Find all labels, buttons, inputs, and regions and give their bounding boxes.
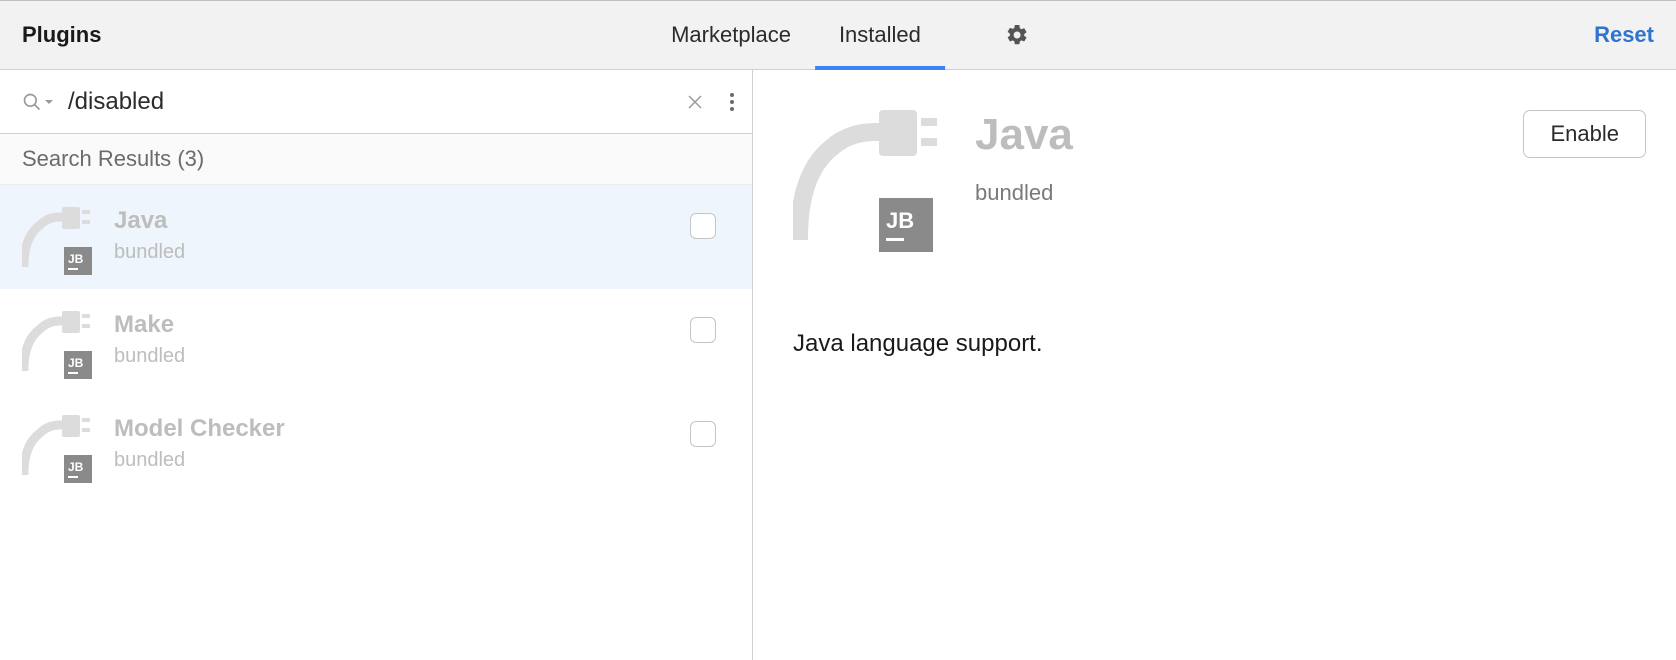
jetbrains-badge-icon: JB xyxy=(879,198,933,252)
tab-marketplace[interactable]: Marketplace xyxy=(647,1,815,69)
search-input[interactable] xyxy=(54,88,686,116)
page-title: Plugins xyxy=(0,22,101,48)
plugin-name: Java xyxy=(114,207,690,235)
detail-title: Java xyxy=(975,110,1523,160)
plugin-icon: JB xyxy=(22,207,92,267)
plugin-enable-checkbox[interactable] xyxy=(690,213,716,239)
detail-panel: JB Java bundled Enable Java language sup… xyxy=(753,70,1676,660)
results-header: Search Results (3) xyxy=(0,134,752,185)
plugin-name: Model Checker xyxy=(114,415,690,443)
kebab-menu-icon[interactable] xyxy=(722,92,742,112)
detail-sub: bundled xyxy=(975,180,1523,206)
header-bar: Plugins Marketplace Installed Reset xyxy=(0,0,1676,70)
plugin-sub: bundled xyxy=(114,449,690,472)
gear-icon[interactable] xyxy=(1005,23,1029,47)
plugin-name: Make xyxy=(114,311,690,339)
jetbrains-badge-icon: JB xyxy=(64,455,92,483)
left-panel: Search Results (3) JB Java bundled JB Ma… xyxy=(0,70,753,660)
tabs: Marketplace Installed xyxy=(647,1,1029,69)
plugin-enable-checkbox[interactable] xyxy=(690,317,716,343)
plugin-icon: JB xyxy=(22,415,92,475)
detail-description: Java language support. xyxy=(793,330,1646,358)
jetbrains-badge-icon: JB xyxy=(64,247,92,275)
close-icon[interactable] xyxy=(686,93,704,111)
enable-button[interactable]: Enable xyxy=(1523,110,1646,158)
jetbrains-badge-icon: JB xyxy=(64,351,92,379)
results-count: (3) xyxy=(177,146,204,171)
tab-installed[interactable]: Installed xyxy=(815,1,945,69)
search-row xyxy=(0,70,752,134)
results-label: Search Results xyxy=(22,146,171,171)
search-icon xyxy=(22,92,42,112)
plugin-item-make[interactable]: JB Make bundled xyxy=(0,289,752,393)
reset-button[interactable]: Reset xyxy=(1594,22,1654,48)
plugin-sub: bundled xyxy=(114,345,690,368)
chevron-down-icon[interactable] xyxy=(44,97,54,107)
detail-plugin-icon: JB xyxy=(793,110,943,240)
plugin-enable-checkbox[interactable] xyxy=(690,421,716,447)
plugin-item-model-checker[interactable]: JB Model Checker bundled xyxy=(0,393,752,497)
plugin-item-java[interactable]: JB Java bundled xyxy=(0,185,752,289)
plugin-icon: JB xyxy=(22,311,92,371)
plugin-sub: bundled xyxy=(114,241,690,264)
